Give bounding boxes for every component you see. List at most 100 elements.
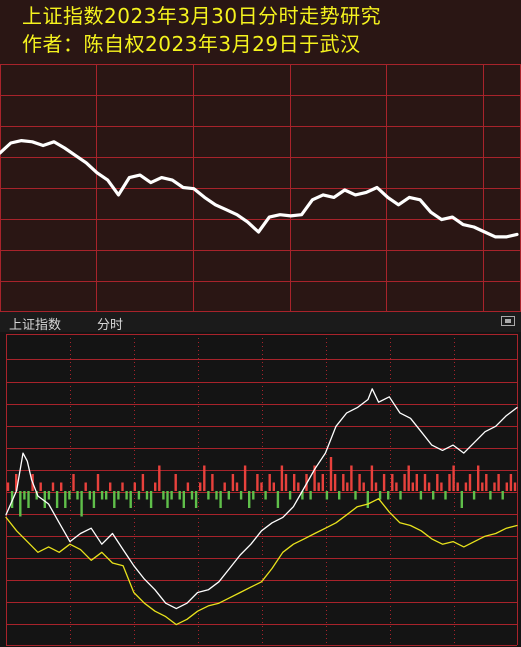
- volume-bar: [280, 465, 284, 491]
- volume-bar: [248, 491, 251, 508]
- volume-bar: [113, 491, 116, 508]
- volume-bar: [505, 482, 508, 491]
- panel-toggle-icon[interactable]: [501, 316, 515, 326]
- volume-bar: [121, 482, 124, 491]
- volume-bar: [105, 491, 108, 500]
- volume-bar: [284, 474, 288, 491]
- volume-bar: [27, 491, 30, 508]
- volume-bar: [472, 491, 476, 500]
- volume-bar: [76, 491, 79, 500]
- volume-bar: [333, 474, 337, 491]
- volume-bar: [207, 491, 210, 500]
- volume-bar: [440, 482, 443, 491]
- volume-bar: [366, 491, 369, 508]
- volume-bar: [109, 482, 112, 491]
- volume-bar: [64, 491, 67, 508]
- volume-bar: [154, 482, 157, 491]
- index-name-label: 上证指数: [9, 318, 62, 333]
- volume-bar: [407, 465, 410, 491]
- volume-bar: [493, 482, 496, 491]
- volume-bar: [448, 474, 451, 491]
- volume-bar: [6, 482, 10, 491]
- volume-bar: [309, 491, 312, 500]
- volume-bar: [80, 491, 83, 517]
- volume-bar: [23, 491, 26, 500]
- volume-bar: [444, 491, 447, 500]
- volume-bar: [485, 474, 488, 491]
- average-price-line: [5, 498, 518, 626]
- volume-bar: [158, 465, 161, 491]
- grid: [0, 64, 521, 312]
- volume-bar: [370, 465, 374, 491]
- volume-bar: [325, 491, 329, 500]
- volume-bar: [427, 482, 431, 491]
- volume-bar: [141, 474, 145, 491]
- volume-bar: [178, 491, 181, 500]
- chart-subtitle: 作者：陈自权2023年3月29日于武汉: [22, 32, 361, 56]
- volume-bar: [501, 491, 504, 500]
- volume-bar: [297, 482, 300, 491]
- volume-bar: [288, 491, 292, 500]
- volume-bar: [19, 491, 22, 517]
- volume-bar: [411, 482, 414, 491]
- volume-bar: [243, 465, 247, 491]
- volume-bar: [133, 482, 136, 491]
- volume-bar: [432, 491, 435, 500]
- volume-bar: [378, 491, 382, 500]
- volume-bar: [403, 474, 406, 491]
- volume-bar: [231, 474, 235, 491]
- view-mode-label[interactable]: 分时: [97, 314, 123, 333]
- volume-bar: [252, 491, 255, 500]
- volume-bar: [215, 491, 218, 500]
- volume-bar: [452, 465, 455, 491]
- volume-bar: [166, 491, 169, 508]
- volume-bar: [162, 491, 165, 500]
- volume-bar: [84, 482, 87, 491]
- volume-bar: [436, 474, 439, 491]
- volume-bar: [358, 474, 361, 491]
- volume-bar: [190, 491, 194, 500]
- volume-bar: [194, 491, 198, 508]
- volume-bar: [399, 491, 402, 500]
- volume-bar: [55, 491, 59, 508]
- volume-bar: [100, 491, 104, 500]
- volume-bar: [239, 491, 243, 500]
- intraday-chart: 上证指数 分时: [0, 312, 521, 647]
- volume-bar: [260, 482, 263, 491]
- volume-bar: [346, 482, 349, 491]
- volume-bar: [321, 474, 324, 491]
- volume-bar: [272, 482, 275, 491]
- volume-bar: [219, 491, 222, 508]
- volume-bar: [60, 482, 63, 491]
- volume-bar: [96, 474, 100, 491]
- volume-bar: [129, 491, 132, 508]
- volume-bar: [223, 482, 226, 491]
- intraday-chart-canvas: [5, 334, 518, 646]
- volume-bar: [338, 491, 341, 500]
- volume-bar: [374, 482, 378, 491]
- volume-bar: [362, 482, 365, 491]
- volume-bar: [68, 491, 71, 500]
- chart-header-bar: 上证指数 分时: [0, 312, 521, 333]
- volume-bar: [415, 474, 418, 491]
- volume-bar: [456, 482, 459, 491]
- volume-bar: [182, 491, 185, 508]
- volume-bar: [395, 482, 398, 491]
- volume-bar: [227, 491, 230, 500]
- volume-bar: [497, 474, 500, 491]
- volume-bar: [235, 482, 239, 491]
- volume-bar: [468, 474, 472, 491]
- volume-bar: [203, 465, 206, 491]
- volume-bar: [51, 482, 55, 491]
- volume-bar: [329, 457, 333, 491]
- volume-bar: [276, 491, 280, 508]
- volume-bar: [256, 474, 259, 491]
- volume-bar: [47, 491, 51, 500]
- volume-bar: [477, 465, 480, 491]
- volume-bar: [211, 474, 214, 491]
- volume-bar: [317, 482, 320, 491]
- volume-bar: [419, 491, 423, 500]
- volume-bar: [72, 474, 75, 491]
- volume-bar: [125, 491, 128, 500]
- chart-title: 上证指数2023年3月30日分时走势研究: [22, 4, 382, 28]
